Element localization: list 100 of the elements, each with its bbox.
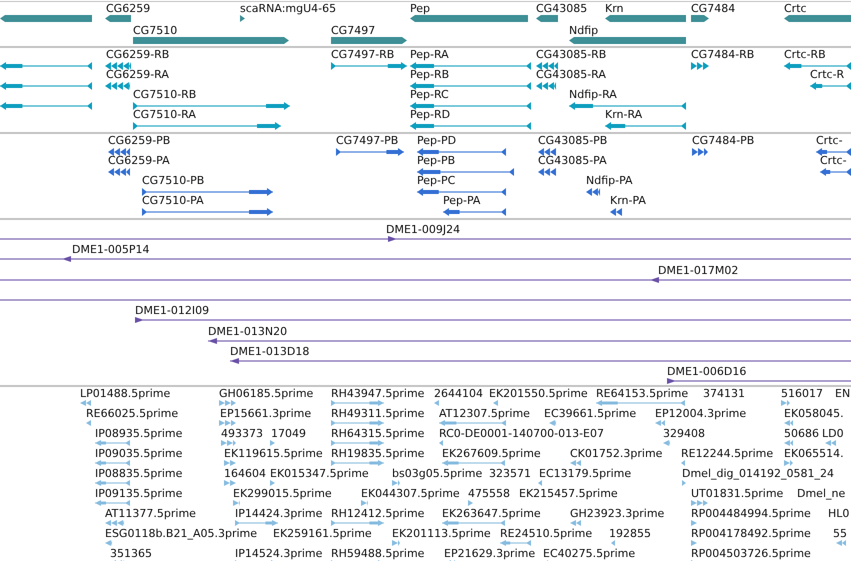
feature-label: 164604: [224, 467, 266, 480]
feature-label: CG43085: [536, 2, 588, 15]
feature-label: Crtc: [784, 2, 807, 15]
feature-label: GH06185.5prime: [219, 387, 314, 400]
feature-label: RH12412.5prime: [331, 507, 424, 520]
feature-label: CG43085-RB: [536, 48, 606, 61]
feature-label: Crtc-RB: [784, 48, 826, 61]
feature-label: IP09035.5prime: [95, 447, 182, 460]
feature-label: Crtc-: [820, 154, 847, 167]
feature-label: EK058045.: [784, 407, 844, 420]
feature-label: Pep-PB: [417, 154, 456, 167]
feature-label: Pep-PC: [417, 174, 456, 187]
feature-label: EP15661.3prime: [220, 407, 312, 420]
feature-label: Krn: [605, 2, 624, 15]
feature-label: Pep-RB: [410, 68, 450, 81]
feature-label: DME1-017M02: [658, 264, 738, 277]
feature-label: LD0: [822, 427, 844, 440]
feature-label: RC0-DE0001-140700-013-E07: [439, 427, 604, 440]
feature-label: CG43085-PA: [538, 154, 607, 167]
feature-label: ESG0118b.B21_A05.3prime: [105, 527, 258, 540]
feature-label: scaRNA:mgU4-65: [240, 2, 336, 15]
feature-label: UT01831.5prime: [691, 487, 784, 500]
feature-label: DME1-005P14: [72, 243, 150, 256]
feature-label: EP21629.3prime: [444, 547, 536, 560]
feature-label: RE12244.5prime: [681, 447, 774, 460]
feature-label: Pep-PA: [443, 194, 480, 207]
feature-label: RH59488.5prime: [331, 547, 424, 560]
feature-label: 329408: [663, 427, 705, 440]
feature-label: 493373: [221, 427, 263, 440]
feature-label: Pep-RA: [410, 48, 449, 61]
feature-label: CG7510-RA: [133, 108, 196, 121]
feature-label: DME1-013N20: [208, 324, 288, 338]
feature-label: HL0: [828, 507, 850, 520]
feature-label: Pep-PD: [417, 134, 456, 147]
feature-label: AT11377.5prime: [105, 507, 196, 520]
feature-label: DME1-013D18: [230, 344, 310, 358]
feature-label: DME1-009J24: [386, 223, 460, 236]
feature-label: IP14524.3prime: [235, 547, 322, 560]
feature-label: Krn-PA: [610, 194, 646, 207]
feature-label: CG7510-PB: [142, 174, 204, 187]
feature-label: EP12004.3prime: [655, 407, 746, 420]
feature-label: CG7510: [133, 24, 178, 37]
feature-label: EK201550.5prime: [489, 387, 588, 400]
feature-label: RH19835.5prime: [331, 447, 424, 460]
feature-label: DME1-006D16: [667, 365, 746, 378]
feature-label: RP004178492.5prime: [691, 527, 811, 540]
feature-label: DME1-012I09: [135, 304, 210, 318]
feature-label: AT12307.5prime: [439, 407, 530, 420]
feature-label: RE24510.5prime: [500, 527, 592, 540]
feature-label: Krn-RA: [605, 108, 642, 121]
feature-label: CG6259-RB: [106, 48, 170, 61]
feature-label: CG6259-PB: [108, 134, 170, 147]
feature-label: EK259161.5prime: [273, 527, 372, 540]
feature-label: CG6259: [106, 2, 150, 15]
feature-label: EN: [835, 387, 850, 400]
feature-label: 50686: [784, 427, 819, 440]
feature-label: 17049: [271, 427, 306, 440]
feature-label: CG7497-PB: [336, 134, 398, 147]
feature-label: RH43947.5prime: [331, 387, 424, 400]
feature-label: EK044307.5prime: [361, 487, 460, 500]
feature-label: EK201113.5prime: [392, 527, 491, 540]
feature-label: Ndfip-RA: [569, 88, 617, 101]
feature-label: CG7510-PA: [142, 194, 204, 207]
feature-label: IP08935.5prime: [95, 427, 182, 440]
feature-label: Pep-RC: [410, 88, 449, 101]
feature-label: 2644104: [434, 387, 483, 400]
feature-label: EK119615.5prime: [224, 447, 323, 460]
feature-label: Dmel_ne: [797, 487, 846, 500]
feature-label: RE66025.5prime: [86, 407, 178, 420]
feature-label: EC39661.5prime: [544, 407, 636, 420]
feature-label: EK015347.5prime: [270, 467, 369, 480]
feature-label: 323571: [489, 467, 531, 480]
feature-label: EK263647.5prime: [442, 507, 541, 520]
feature-label: EC40275.5prime: [543, 547, 636, 560]
feature-label: RP004484994.5prime: [691, 507, 811, 520]
feature-label: 351365: [110, 547, 152, 560]
feature-label: CG7484: [691, 2, 736, 15]
feature-label: EK299015.5prime: [233, 487, 332, 500]
feature-label: GH23923.3prime: [570, 507, 664, 520]
feature-label: EK267609.5prime: [442, 447, 541, 460]
feature-label: Dmel_dig_014192_0581_24: [682, 467, 834, 480]
feature-label: RE64153.5prime: [596, 387, 688, 400]
feature-label: RH49311.5prime: [331, 407, 424, 420]
feature-label: EK215457.5prime: [519, 487, 618, 500]
feature-label: EK065514.: [784, 447, 844, 460]
feature-label: CG43085-PB: [538, 134, 608, 147]
feature-label: Ndfip-PA: [586, 174, 633, 187]
feature-label: 516017: [781, 387, 823, 400]
feature-label: Ndfip: [569, 24, 598, 37]
feature-label: CG7484-RB: [691, 48, 754, 61]
feature-label: 192855: [609, 527, 651, 540]
feature-label: IP08835.5prime: [95, 467, 182, 480]
feature-label: RP004503726.5prime: [691, 547, 811, 560]
feature-label: CG7497-RB: [331, 48, 394, 61]
feature-label: CG7497: [331, 24, 376, 37]
feature-label: Pep-RD: [410, 108, 450, 121]
feature-label: CG6259-PA: [108, 154, 170, 167]
feature-label: 374131: [703, 387, 745, 400]
feature-label: RH64315.5prime: [331, 427, 424, 440]
feature-label: 55: [833, 527, 847, 540]
